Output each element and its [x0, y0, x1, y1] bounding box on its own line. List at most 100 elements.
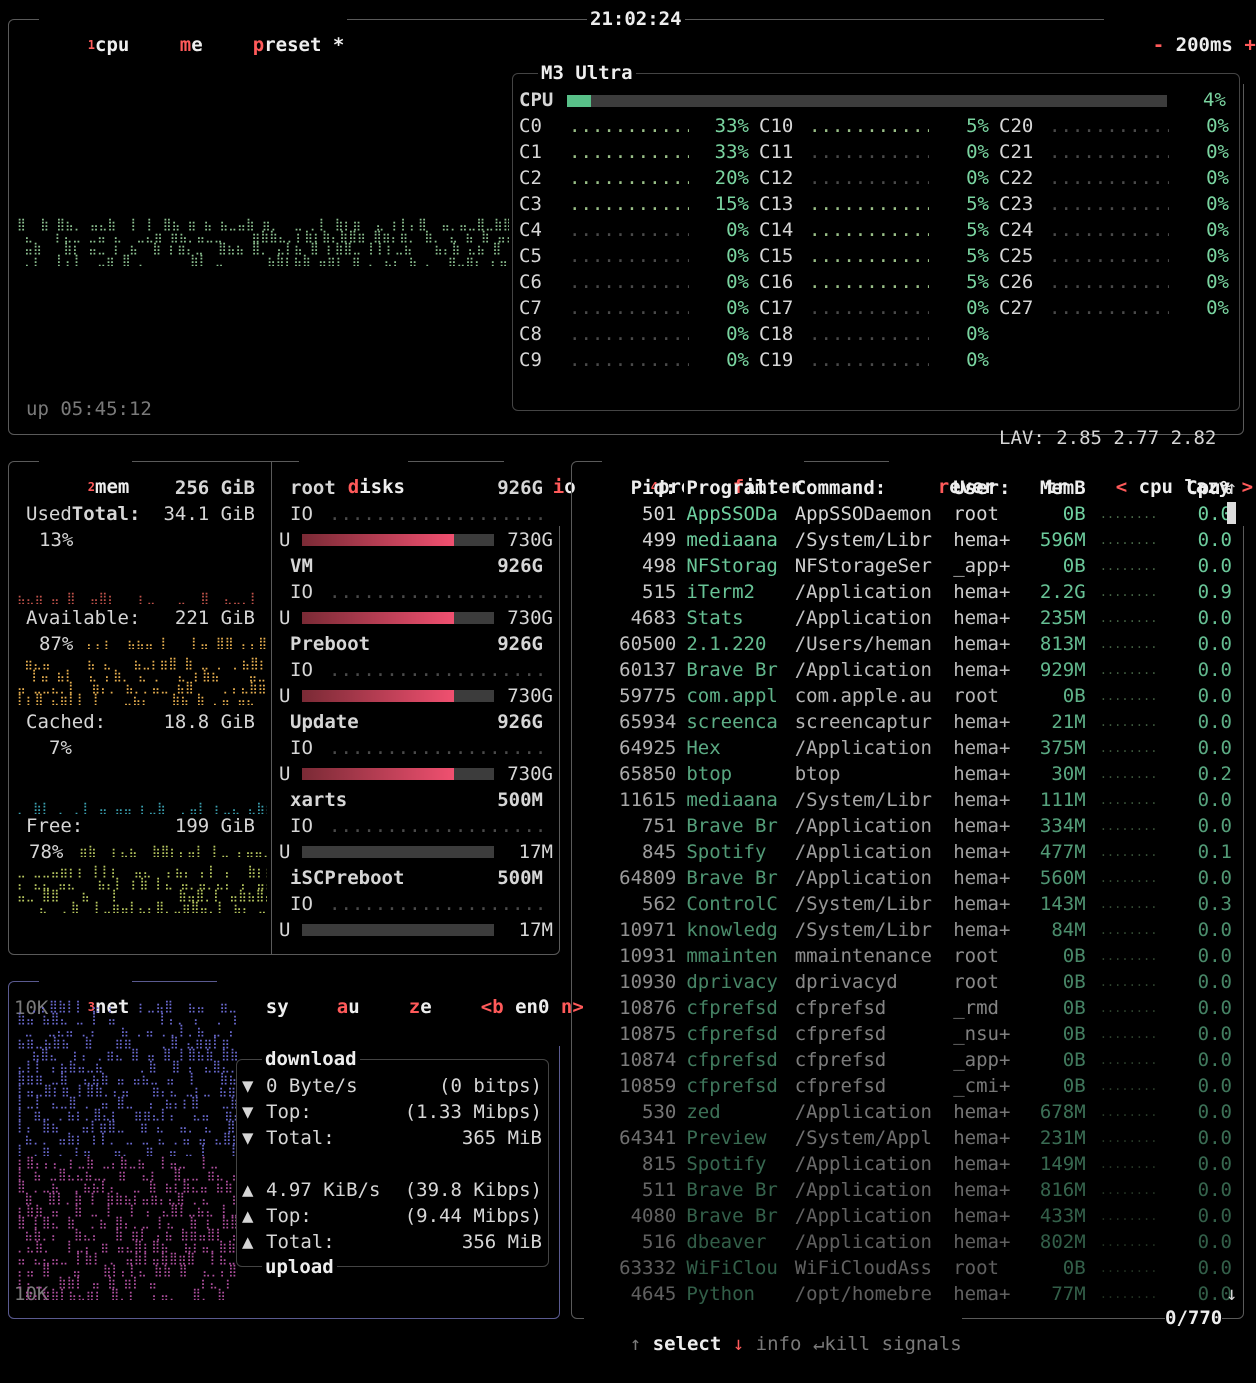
table-row[interactable]: 65850 btop btop hema+ 30M........ 0.2 [572, 761, 1232, 787]
kill-button[interactable]: kill [824, 1333, 870, 1355]
sort-next-button[interactable]: > [1242, 476, 1253, 498]
disk-used-bar [302, 612, 494, 624]
mem-free-value: 199 GiB [174, 815, 255, 837]
info-button[interactable]: info [756, 1333, 802, 1355]
interval-decrease-button[interactable]: - [1153, 34, 1164, 56]
table-row[interactable]: 10930 dprivacy dprivacyd root 0B........ 0.0 [572, 969, 1232, 995]
interval-increase-button[interactable]: + [1244, 34, 1255, 56]
signals-button[interactable]: signals [882, 1333, 962, 1355]
prev-interface-button[interactable]: <b [481, 996, 504, 1018]
disk-io-graph: ........................... [329, 893, 543, 915]
table-row[interactable]: 64925 Hex/Application hema+ 375M........ 0.0 [572, 735, 1232, 761]
table-row[interactable]: 64809 Brave Br/Application hema+ 560M......… [572, 865, 1232, 891]
disk-name[interactable]: xarts [290, 787, 347, 813]
table-row[interactable]: 515 iTerm2/Application hema+ 2.2G........ 0.… [572, 579, 1232, 605]
core-label: C6 [519, 271, 542, 293]
table-row[interactable]: 815 Spotify/Application hema+ 149M........ 0… [572, 1151, 1232, 1177]
table-row[interactable]: 10931 mmainten mmaintenance root 0B........ 0… [572, 943, 1232, 969]
core-pct: 0% [1206, 271, 1229, 293]
proc-pid: 815 [642, 1153, 677, 1175]
mem-cached-pct: 7% [49, 737, 72, 759]
table-row[interactable]: 4683 Stats/Application hema+ 235M........ 0.… [572, 605, 1232, 631]
scroll-down-icon[interactable]: ↓ [1226, 1281, 1237, 1307]
disk-name[interactable]: VM [290, 553, 313, 579]
table-row[interactable]: 10859 cfprefsd cfprefsd _cmi+ 0B........ 0.0 [572, 1073, 1232, 1099]
table-row[interactable]: 10875 cfprefsd cfprefsd _nsu+ 0B........ 0.0 [572, 1021, 1232, 1047]
core-graph: .............. [1049, 271, 1169, 293]
proc-pid: 516 [642, 1231, 677, 1253]
table-row[interactable]: 562 ControlC/System/Libr hema+ 143M........… [572, 891, 1232, 917]
proc-cpu-graph: ........ [1099, 533, 1158, 547]
select-button[interactable]: select [653, 1333, 722, 1355]
proc-user: hema+ [953, 581, 1011, 603]
cpu-panel-title[interactable]: 1cpu [39, 6, 133, 84]
disk-used-label: U [279, 685, 291, 707]
core-graph: .............. [809, 323, 929, 345]
core-graph: .............. [1049, 219, 1169, 241]
proc-pid: 4080 [630, 1205, 677, 1227]
core-label: C3 [519, 193, 542, 215]
proc-panel: 4proc filter reverse tree < cpu lazy > P… [571, 448, 1256, 1383]
proc-cpu-graph: ........ [1099, 897, 1158, 911]
core-graph: .............. [569, 245, 689, 267]
table-row[interactable]: 530 zed/Application hema+ 678M........ 0.0 [572, 1099, 1232, 1125]
upload-title: upload [262, 1254, 337, 1280]
process-table: Pid: Program: Command: User: MemB Cpu% 5… [572, 475, 1232, 1307]
header-pid[interactable]: Pid: [572, 475, 677, 501]
table-row[interactable]: 10876 cfprefsd cfprefsd _rmd 0B........ 0.0 [572, 995, 1232, 1021]
core-pct: 0% [1206, 141, 1229, 163]
table-row[interactable]: 59775 com.appl com.apple.au root 0B........ 0… [572, 683, 1232, 709]
mem-used-label: Used: [26, 503, 84, 525]
table-row[interactable]: 516 dbeaver/Application hema+ 802M........ 0… [572, 1229, 1232, 1255]
header-command[interactable]: Command: [785, 475, 942, 501]
core-graph: .............. [569, 297, 689, 319]
preset-button[interactable]: preset * [204, 6, 348, 84]
table-row[interactable]: 499 mediaana/System/Libr hema+ 596M........… [572, 527, 1232, 553]
table-row[interactable]: 60137 Brave Br/Application hema+ 929M......… [572, 657, 1232, 683]
header-mem[interactable]: MemB [1019, 475, 1086, 501]
mem-panel: 2mem disks io Total: 256 GiB Used: 34.1 … [8, 448, 579, 955]
disk-name[interactable]: Update [290, 709, 359, 735]
header-user[interactable]: User: [941, 475, 1019, 501]
net-arrow-icon: ▼ [242, 1075, 254, 1097]
proc-command: NFStorageSer [794, 555, 932, 577]
disk-name[interactable]: Preboot [290, 631, 370, 657]
table-row[interactable]: 845 Spotify/Application hema+ 477M........ 0… [572, 839, 1232, 865]
table-row[interactable]: 11615 mediaana/System/Libr hema+ 111M......… [572, 787, 1232, 813]
proc-command: AppSSODaemon [794, 503, 932, 525]
table-row[interactable]: 63332 WiFiClou WiFiCloudAss root 0B........ 0… [572, 1255, 1232, 1281]
table-row[interactable]: 60500 2.1.220/Users/heman hema+ 813M.......… [572, 631, 1232, 657]
proc-cpu-graph: ........ [1099, 507, 1158, 521]
table-row[interactable]: 501 AppSSODa AppSSODaemon root 0B........ 0.0 [572, 501, 1232, 527]
table-row[interactable]: 4080 Brave Br/Application hema+ 433M.......… [572, 1203, 1232, 1229]
proc-mem: 0B [1062, 503, 1086, 525]
disk-io-graph: ........................... [329, 503, 543, 525]
table-row[interactable]: 65934 screenca screencaptur hema+ 21M.......… [572, 709, 1232, 735]
table-row[interactable]: 511 Brave Br/Application hema+ 816M........… [572, 1177, 1232, 1203]
mem-free-graph-2: ⣀ ⣀⣀⣤⣶⡆⡆ ⡇⡇⡆ ⣤⣄ ⡄⣦⡄ ⡄⡇ ⡄ ⣷⡆⣶ ⣀⡄ ⡄ ⣄⣄ ⣤⣄ … [17, 865, 267, 913]
proc-program: cfprefsd [686, 997, 778, 1019]
table-row[interactable]: 10971 knowledg/System/Libr hema+ 84M.......… [572, 917, 1232, 943]
core-pct: 0% [1206, 115, 1229, 137]
scrollbar-thumb[interactable] [1227, 502, 1236, 524]
core-label: C7 [519, 297, 542, 319]
header-program[interactable]: Program: [676, 475, 784, 501]
proc-program: dprivacy [686, 971, 778, 993]
proc-program: Spotify [686, 841, 767, 863]
table-row[interactable]: 751 Brave Br/Application hema+ 334M........… [572, 813, 1232, 839]
disk-used-bar [302, 690, 494, 702]
table-row[interactable]: 4645 Python/opt/homebre hema+ 77M........ 0.… [572, 1281, 1232, 1307]
proc-pid: 64341 [619, 1127, 677, 1149]
net-panel: 3net sync auto zero <b en0 n> 10K 10K ⡀⡄… [8, 968, 587, 1319]
header-cpu[interactable]: Cpu% [1158, 475, 1232, 501]
table-row[interactable]: 64341 Preview/System/Appl hema+ 231M.......… [572, 1125, 1232, 1151]
interface-selector[interactable]: <b en0 n> [432, 968, 587, 1046]
core-label: C27 [999, 297, 1034, 319]
proc-program: Brave Br [686, 1179, 778, 1201]
proc-cpu-graph: ........ [1099, 1001, 1158, 1015]
table-row[interactable]: 498 NFStorag NFStorageSer _app+ 0B........ 0.… [572, 553, 1232, 579]
table-row[interactable]: 10874 cfprefsd cfprefsd _app+ 0B........ 0.0 [572, 1047, 1232, 1073]
scroll-up-icon[interactable]: ↑ [1226, 475, 1237, 501]
disk-name[interactable]: root [290, 475, 336, 501]
disk-name[interactable]: iSCPreboot [290, 865, 404, 891]
